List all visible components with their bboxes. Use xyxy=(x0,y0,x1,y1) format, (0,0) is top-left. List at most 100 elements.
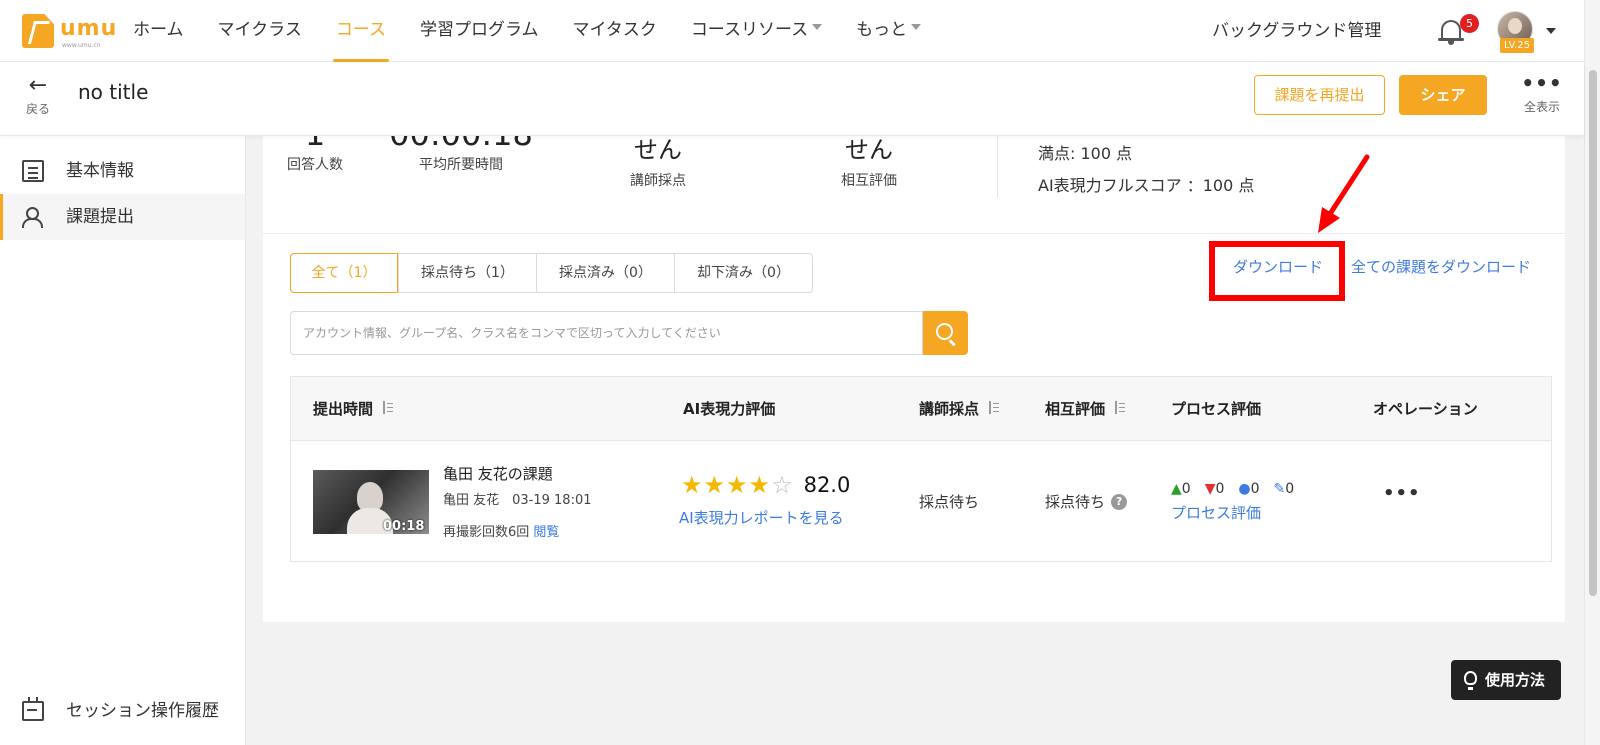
sidebar-item-session-history[interactable]: セッション操作履歴 xyxy=(0,688,245,734)
sub-header: ← 戻る no title 課題を再提出 シェア ••• 全表示 xyxy=(0,62,1584,136)
col-submit-time-label: 提出時間 xyxy=(313,400,374,418)
stat-respondents-value: 1 xyxy=(275,136,355,154)
back-label: 戻る xyxy=(25,102,50,116)
stat-average-time: 00:00:18 平均所要時間 xyxy=(381,136,541,174)
sidebar-item-submissions[interactable]: 課題提出 xyxy=(0,194,245,240)
sidebar-item-basic-info[interactable]: 基本情報 xyxy=(0,148,245,194)
nav-item-more-label: もっと xyxy=(856,20,908,40)
sidebar-item-label: セッション操作履歴 xyxy=(66,701,219,721)
tab-all[interactable]: 全て（1） xyxy=(290,253,398,293)
ai-score: 82.0 xyxy=(803,473,851,497)
more-dots-icon: ••• xyxy=(1521,71,1563,95)
col-submit-time[interactable]: 提出時間 xyxy=(313,377,394,441)
calendar-icon xyxy=(22,697,44,721)
star-icon: ★ xyxy=(748,471,771,499)
nav-item-course-resources[interactable]: コースリソース xyxy=(674,0,839,62)
tab-graded[interactable]: 採点済み（0） xyxy=(536,254,674,292)
share-button[interactable]: シェア xyxy=(1399,75,1487,115)
page-title: no title xyxy=(78,80,149,104)
top-nav: umu www.umu.cn ホーム マイクラス コース 学習プログラム マイタ… xyxy=(0,0,1584,62)
nav-item-my-class[interactable]: マイクラス xyxy=(201,0,319,62)
retake-count: 再撮影回数6回 xyxy=(443,525,530,540)
sidebar: 基本情報 課題提出 セッション操作履歴 xyxy=(0,136,246,745)
chevron-down-icon xyxy=(911,24,922,30)
voices-value: 0 xyxy=(1250,481,1260,497)
star-icon: ★ xyxy=(703,471,726,499)
nav-item-home[interactable]: ホーム xyxy=(116,0,201,62)
nav-item-course-resources-label: コースリソース xyxy=(690,20,809,40)
tab-pending[interactable]: 採点待ち（1） xyxy=(398,254,536,292)
sort-icon[interactable] xyxy=(1113,400,1126,415)
ai-star-rating: ★ ★ ★ ★ ☆ 82.0 xyxy=(681,471,850,499)
ai-report-link[interactable]: AI表現力レポートを見る xyxy=(679,507,844,528)
level-badge: LV.25 xyxy=(1500,38,1534,53)
teacher-grading-status: 採点待ち xyxy=(919,493,980,511)
view-link[interactable]: 閲覧 xyxy=(533,525,559,540)
voices-count: ●0 xyxy=(1238,481,1259,497)
microphone-icon: ● xyxy=(1238,481,1251,497)
usage-help-label: 使用方法 xyxy=(1485,671,1546,689)
highlight-box xyxy=(1209,241,1345,301)
stat-peer-review-value: せん xyxy=(845,136,893,164)
logo-mark-icon xyxy=(22,14,54,48)
umu-logo[interactable]: umu www.umu.cn xyxy=(22,14,116,50)
table-header: 提出時間 AI表現力評価 講師採点 相互評価 プロセス評価 オペレーション xyxy=(291,377,1551,441)
likes-value: 0 xyxy=(1181,481,1191,497)
download-all-link[interactable]: 全ての課題をダウンロード xyxy=(1351,256,1531,277)
peer-review-status: 採点待ち? xyxy=(1045,491,1128,512)
stat-average-time-label: 平均所要時間 xyxy=(419,157,503,173)
stat-teacher-grading-label: 講師採点 xyxy=(630,173,686,189)
chevron-down-icon[interactable] xyxy=(1546,28,1556,34)
process-evaluation-link[interactable]: プロセス評価 xyxy=(1171,502,1261,523)
background-manage-link[interactable]: バックグラウンド管理 xyxy=(1212,0,1381,62)
sort-icon[interactable] xyxy=(987,400,1000,415)
notification-badge: 5 xyxy=(1460,14,1479,33)
dislikes-value: 0 xyxy=(1215,481,1225,497)
col-ai-evaluation: AI表現力評価 xyxy=(683,400,776,418)
ai-full-score: AI表現力フルスコア ：100 点 xyxy=(1038,176,1255,195)
submission-title[interactable]: 亀田 友花の課題 xyxy=(443,463,553,484)
red-arrow-annotation xyxy=(1318,154,1370,233)
process-counts: ▲0 ▼0 ●0 ✎0 xyxy=(1171,481,1308,497)
search-button[interactable] xyxy=(923,311,968,355)
nav-item-more[interactable]: もっと xyxy=(839,0,938,62)
submission-meta: 亀田 友花 03-19 18:01 xyxy=(443,493,592,508)
full-score: 満点: 100 点 xyxy=(1038,144,1133,163)
logo-sub: www.umu.cn xyxy=(62,42,101,49)
usage-help-button[interactable]: 使用方法 xyxy=(1451,660,1561,700)
users-icon xyxy=(22,206,44,228)
more-options-icon[interactable]: ••• xyxy=(1383,483,1421,504)
document-icon xyxy=(22,160,44,182)
stat-average-time-value: 00:00:18 xyxy=(381,136,541,154)
thumbs-down-icon: ▼ xyxy=(1204,481,1216,497)
nav-items: ホーム マイクラス コース 学習プログラム マイタスク コースリソース もっと xyxy=(116,0,938,62)
nav-item-course[interactable]: コース xyxy=(319,0,403,62)
edits-value: 0 xyxy=(1285,481,1295,497)
resubmit-assignment-button[interactable]: 課題を再提出 xyxy=(1254,75,1385,115)
lightbulb-icon xyxy=(1464,671,1477,690)
col-peer-review-label: 相互評価 xyxy=(1045,400,1106,418)
nav-item-learning-program[interactable]: 学習プログラム xyxy=(403,0,556,62)
col-teacher-grading[interactable]: 講師採点 xyxy=(919,377,1000,441)
thumbs-up-icon: ▲ xyxy=(1171,481,1182,497)
stat-respondents-label: 回答人数 xyxy=(287,157,343,173)
scrollbar-thumb[interactable] xyxy=(1589,70,1597,596)
submissions-table: 提出時間 AI表現力評価 講師採点 相互評価 プロセス評価 オペレーション 0 0… xyxy=(290,376,1552,562)
arrow-left-icon: ← xyxy=(28,73,48,98)
stat-teacher-grading: せん 講師採点 xyxy=(598,136,718,190)
col-peer-review[interactable]: 相互評価 xyxy=(1045,377,1126,441)
chevron-down-icon xyxy=(812,24,823,30)
back-button[interactable]: ← 戻る xyxy=(18,73,58,117)
stat-teacher-grading-value: せん xyxy=(634,136,682,164)
page-scrollbar[interactable] xyxy=(1584,0,1600,745)
help-icon[interactable]: ? xyxy=(1111,493,1128,510)
tab-rejected[interactable]: 却下済み（0） xyxy=(674,254,812,292)
show-all-button[interactable]: ••• 全表示 xyxy=(1517,71,1567,115)
edits-count: ✎0 xyxy=(1274,481,1295,497)
stat-peer-review-label: 相互評価 xyxy=(841,173,897,189)
table-row: 00:18 亀田 友花の課題 亀田 友花 03-19 18:01 再撮影回数6回… xyxy=(291,441,1551,561)
peer-review-status-label: 採点待ち xyxy=(1045,493,1106,511)
sort-icon[interactable] xyxy=(381,400,394,415)
search-input[interactable]: アカウント情報、グループ名、クラス名をコンマで区切って入力してください xyxy=(290,311,923,355)
nav-item-my-task[interactable]: マイタスク xyxy=(555,0,673,62)
